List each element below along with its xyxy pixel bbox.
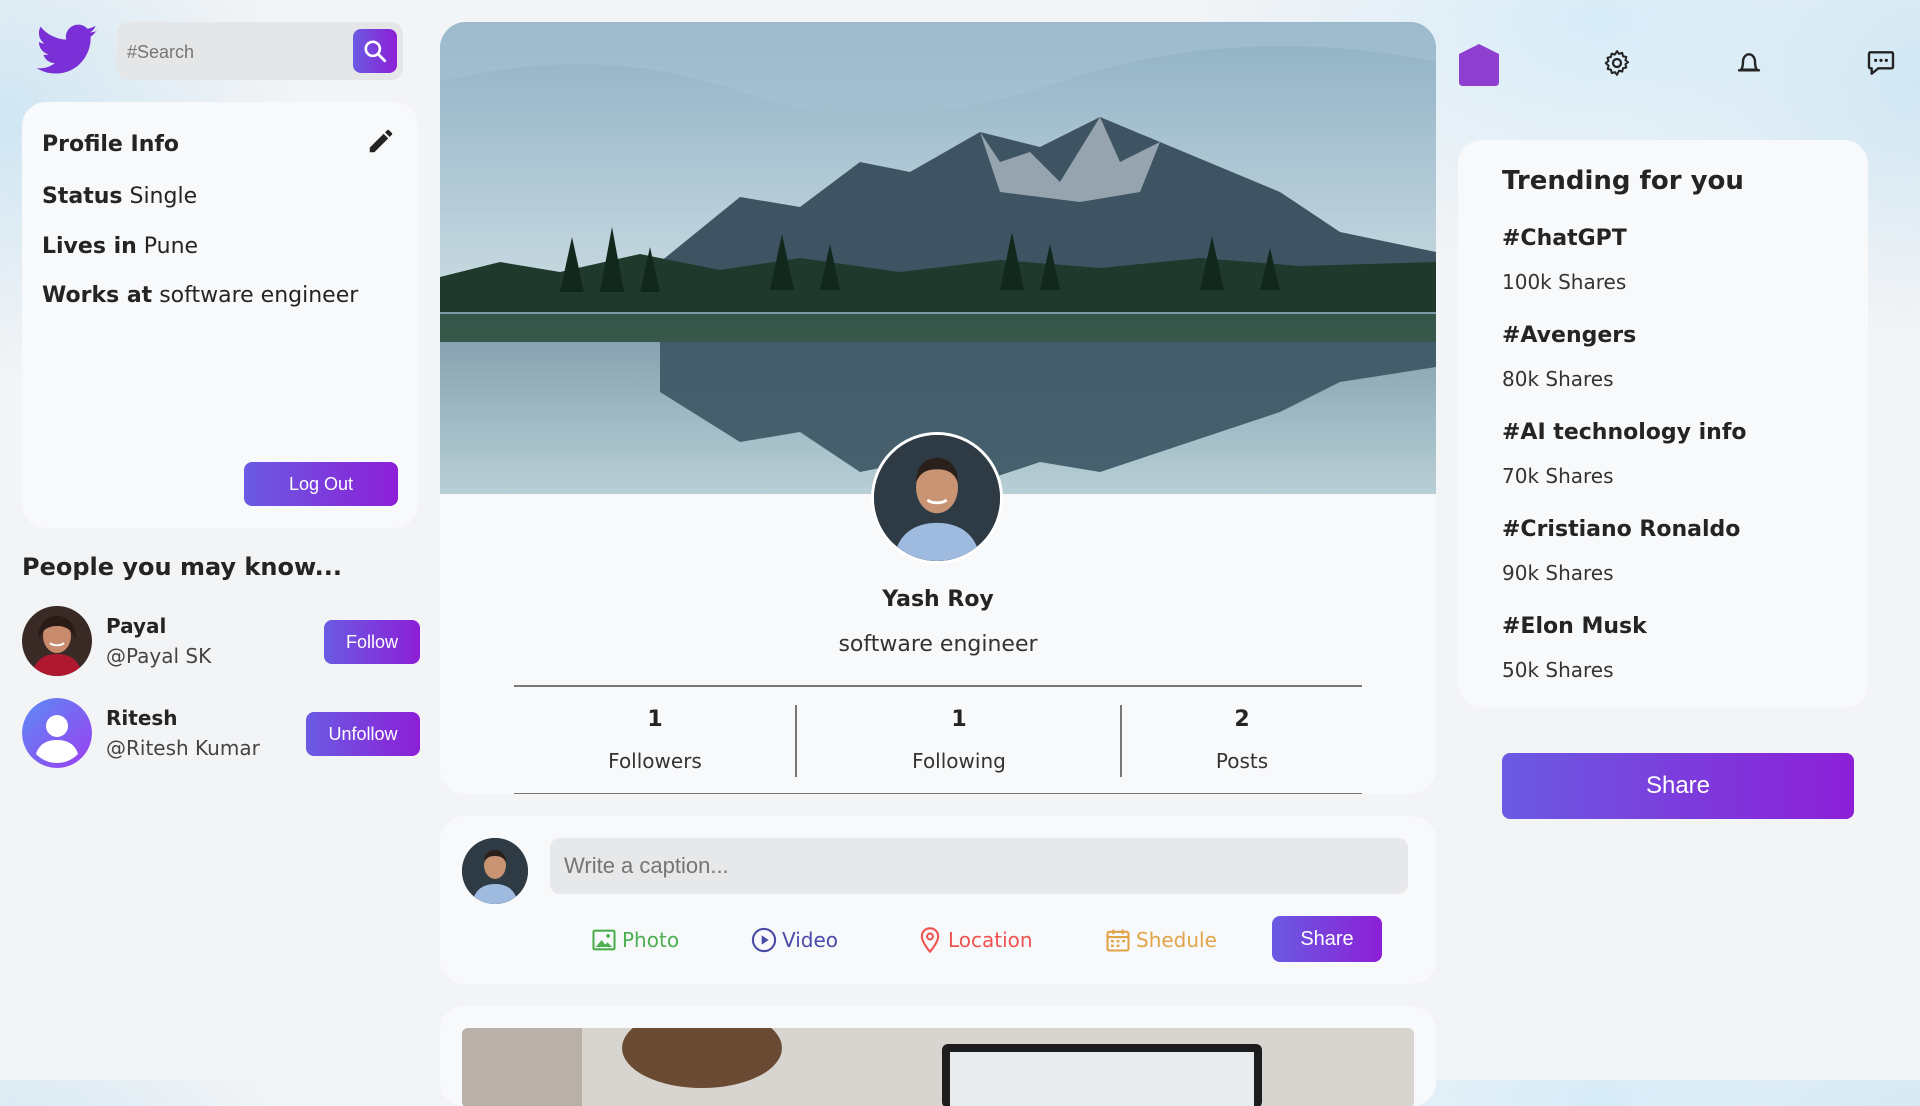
profile-info-card: Profile Info Status Single Lives in Pune… [22, 102, 418, 528]
profile-card: Yash Roy software engineer 1 Followers 1… [440, 22, 1436, 794]
schedule-label: Shedule [1136, 928, 1217, 952]
trend-tag[interactable]: #Cristiano Ronaldo [1502, 517, 1740, 542]
trending-card: Trending for you #ChatGPT 100k Shares #A… [1458, 140, 1868, 708]
trend-tag[interactable]: #ChatGPT [1502, 226, 1627, 251]
composer-avatar [462, 838, 528, 904]
person-item: Payal @Payal SK Follow [22, 606, 422, 678]
profile-stats: 1 Followers 1 Following 2 Posts [514, 685, 1362, 794]
calendar-icon [1106, 929, 1130, 952]
gear-icon[interactable] [1592, 38, 1642, 88]
post-image[interactable] [462, 1028, 1414, 1106]
following-stat[interactable]: 1 Following [797, 687, 1121, 793]
people-you-may-know-title: People you may know... [22, 553, 342, 581]
video-label: Video [782, 928, 839, 952]
profile-avatar[interactable] [871, 432, 1003, 564]
followers-label: Followers [608, 749, 702, 773]
trend-shares: 80k Shares [1502, 367, 1614, 391]
twitter-bird-logo-icon[interactable] [34, 18, 100, 84]
person-item: Ritesh @Ritesh Kumar Unfollow [22, 698, 422, 770]
photo-label: Photo [622, 928, 680, 952]
person-handle: @Ritesh Kumar [106, 736, 260, 760]
caption-input[interactable] [550, 838, 1408, 894]
posts-stat[interactable]: 2 Posts [1122, 687, 1362, 793]
trending-title: Trending for you [1502, 166, 1744, 196]
followers-stat[interactable]: 1 Followers [514, 687, 796, 793]
location-option[interactable]: Location [916, 922, 1033, 958]
trend-shares: 90k Shares [1502, 561, 1614, 585]
share-button[interactable]: Share [1502, 753, 1854, 819]
notification-bell-icon[interactable] [1724, 38, 1774, 88]
unfollow-button[interactable]: Unfollow [306, 712, 420, 756]
play-circle-icon [751, 927, 777, 953]
posts-count: 2 [1234, 707, 1250, 732]
posts-label: Posts [1215, 749, 1269, 773]
trend-shares: 70k Shares [1502, 464, 1614, 488]
search-icon [364, 40, 387, 63]
cover-image [440, 22, 1436, 494]
trend-tag[interactable]: #Avengers [1502, 323, 1636, 348]
edit-pencil-icon[interactable] [366, 126, 396, 156]
composer-share-button[interactable]: Share [1272, 916, 1382, 962]
works-at-value: software engineer [159, 283, 359, 308]
status-value: Single [129, 184, 198, 209]
photo-option[interactable]: Photo [590, 922, 679, 958]
trend-shares: 100k Shares [1502, 270, 1627, 294]
person-handle: @Payal SK [106, 644, 212, 668]
search-button[interactable] [353, 29, 397, 73]
feed-post [440, 1006, 1436, 1106]
home-icon[interactable] [1456, 42, 1502, 88]
profile-name: Yash Roy [882, 587, 994, 612]
works-at-row: Works at software engineer [42, 283, 358, 308]
schedule-option[interactable]: Shedule [1104, 922, 1217, 958]
post-composer: Photo Video Location Shedule Share [440, 816, 1436, 984]
profile-job: software engineer [838, 632, 1038, 657]
trend-tag[interactable]: #AI technology info [1502, 420, 1747, 445]
status-label: Status [42, 184, 123, 209]
profile-info-title: Profile Info [42, 132, 180, 157]
location-label: Location [948, 928, 1033, 952]
chat-icon[interactable] [1856, 38, 1906, 88]
avatar[interactable] [22, 606, 92, 676]
trend-tag[interactable]: #Elon Musk [1502, 614, 1647, 639]
logout-button[interactable]: Log Out [244, 462, 398, 506]
search-bar [117, 22, 403, 82]
lives-in-row: Lives in Pune [42, 234, 198, 259]
lives-in-label: Lives in [42, 234, 137, 259]
image-icon [592, 929, 616, 951]
trend-shares: 50k Shares [1502, 658, 1614, 682]
lives-in-value: Pune [143, 234, 199, 259]
avatar[interactable] [22, 698, 92, 768]
works-at-label: Works at [42, 283, 153, 308]
video-option[interactable]: Video [750, 922, 838, 958]
person-name: Ritesh [106, 706, 178, 730]
following-label: Following [912, 749, 1006, 773]
status-row: Status Single [42, 184, 197, 209]
location-pin-icon [920, 927, 940, 954]
following-count: 1 [951, 707, 967, 732]
search-input[interactable] [125, 22, 349, 82]
followers-count: 1 [647, 707, 663, 732]
person-name: Payal [106, 614, 167, 638]
follow-button[interactable]: Follow [324, 620, 420, 664]
